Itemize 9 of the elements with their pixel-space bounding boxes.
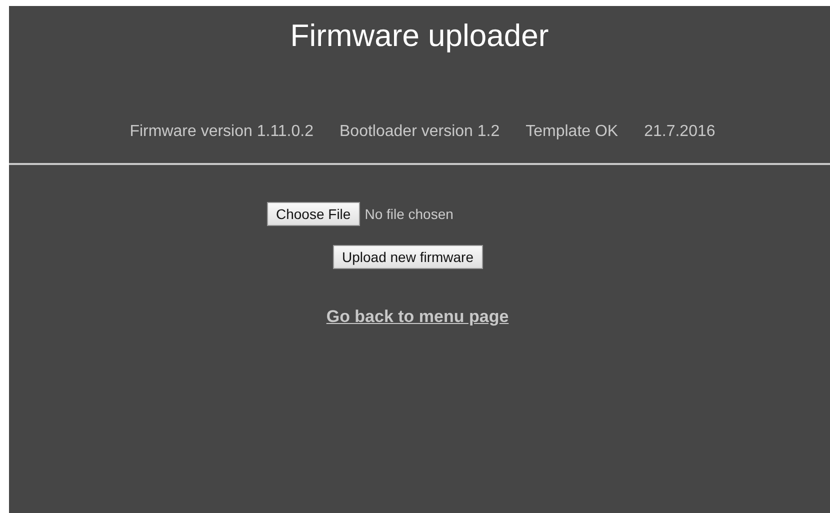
back-link[interactable]: Go back to menu page bbox=[326, 307, 509, 327]
version-info: Firmware version 1.11.0.2 bbox=[130, 123, 314, 141]
page-title: Firmware uploader bbox=[290, 18, 549, 54]
upload-button[interactable]: Upload new firmware bbox=[333, 245, 482, 269]
file-status: No file chosen bbox=[364, 206, 454, 222]
version-info: 21.7.2016 bbox=[644, 123, 716, 141]
choose-file-button[interactable]: Choose File bbox=[267, 202, 360, 226]
version-info: Template OK bbox=[526, 123, 618, 141]
version-info: Bootloader version 1.2 bbox=[340, 123, 500, 141]
